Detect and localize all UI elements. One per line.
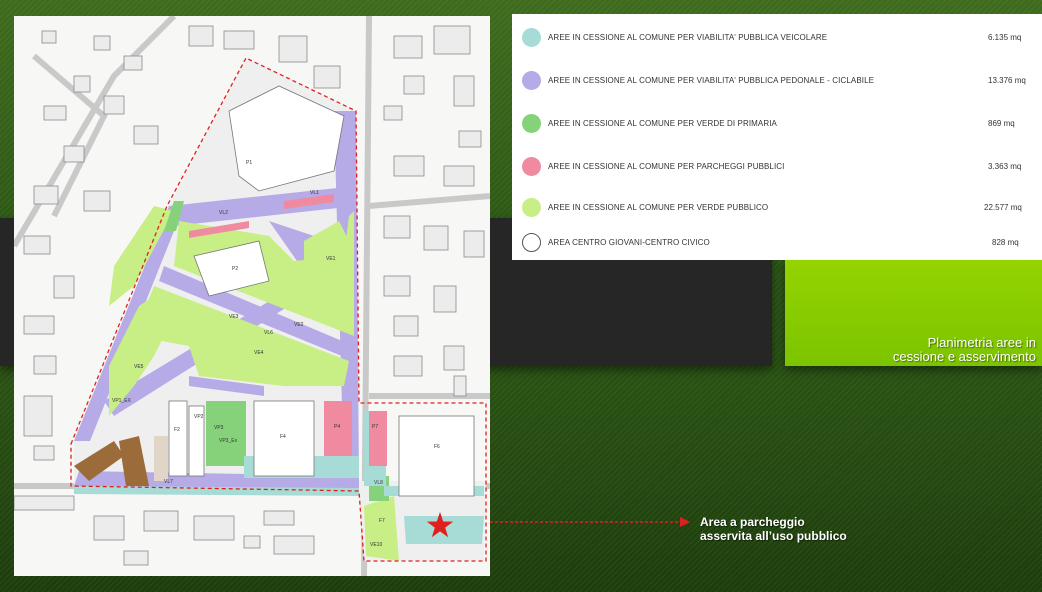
slide-caption: Planimetria aree in cessione e asservime… [893,336,1036,364]
caption-line-2: cessione e asservimento [892,349,1036,364]
label-ve1: VE1 [326,256,336,262]
label-ve4: VE4 [254,350,264,356]
swatch-pink-icon [522,156,541,176]
swatch-teal-icon [522,27,541,47]
parking-callout: Area a parcheggio asservita all’uso pubb… [700,515,847,543]
site-plan-drawing: P1 P2 F2 F4 P4 P7 F6 VE3 VE2 VE4 VE5 VE1… [14,16,490,576]
label-ve5: VE5 [134,364,144,370]
legend-value: 6.135 mq [988,32,1022,42]
callout-arrow-icon [490,517,690,527]
swatch-green-icon [522,113,541,133]
legend-label: AREE IN CESSIONE AL COMUNE PER VIABILITA… [548,75,875,85]
label-vp1ex: VP1_EX [112,398,132,404]
legend-label: AREA CENTRO GIOVANI-CENTRO CIVICO [548,237,710,247]
site-plan-map: P1 P2 F2 F4 P4 P7 F6 VE3 VE2 VE4 VE5 VE1… [14,16,490,576]
legend-row-pedonale: AREE IN CESSIONE AL COMUNE PER VIABILITA… [512,70,1042,90]
legend-label: AREE IN CESSIONE AL COMUNE PER VIABILITA… [548,32,828,42]
legend-label: AREE IN CESSIONE AL COMUNE PER PARCHEGGI… [548,161,785,171]
label-p2: P2 [232,266,238,272]
label-p1: P1 [246,160,252,166]
caption-line-1: Planimetria aree in [927,335,1036,350]
label-vl1: VL1 [310,190,319,196]
label-p4: P4 [334,424,340,430]
swatch-lavender-icon [522,70,541,90]
label-ve2: VE2 [294,322,304,328]
legend-row-veicolare: AREE IN CESSIONE AL COMUNE PER VIABILITA… [512,27,1042,47]
label-vp3: VP3 [214,425,224,431]
swatch-lightgreen-icon [522,197,541,217]
legend-panel: AREE IN CESSIONE AL COMUNE PER VIABILITA… [512,14,1042,260]
title-box: Planimetria aree in cessione e asservime… [785,258,1042,366]
legend-value: 869 mq [988,118,1015,128]
swatch-outline-icon [522,232,541,252]
label-vl2: VL2 [219,210,228,216]
legend-row-verde-primaria: AREE IN CESSIONE AL COMUNE PER VERDE DI … [512,113,1042,133]
label-vl8: VL8 [374,480,383,486]
label-p7: P7 [372,424,378,430]
label-vp3ex: VP3_Ex [219,438,238,444]
label-f2: F2 [174,427,180,433]
callout-line-2: asservita all’uso pubblico [700,529,847,543]
legend-value: 828 mq [992,237,1019,247]
label-ve10: VE10 [370,542,382,548]
legend-label: AREE IN CESSIONE AL COMUNE PER VERDE DI … [548,118,777,128]
label-f4: F4 [280,434,286,440]
label-vl6: VL6 [264,330,273,336]
label-ve7: F7 [379,518,385,524]
legend-value: 13.376 mq [988,75,1026,85]
label-vl7: VL7 [164,479,173,485]
legend-row-parcheggi: AREE IN CESSIONE AL COMUNE PER PARCHEGGI… [512,156,1042,176]
legend-value: 22.577 mq [984,202,1022,212]
legend-row-centro-civico: AREA CENTRO GIOVANI-CENTRO CIVICO 828 mq [512,232,1042,252]
label-vp2: VP2 [194,414,204,420]
label-ve3: VE3 [229,314,239,320]
legend-label: AREE IN CESSIONE AL COMUNE PER VERDE PUB… [548,202,769,212]
legend-row-verde-pubblico: AREE IN CESSIONE AL COMUNE PER VERDE PUB… [512,197,1042,217]
callout-line-1: Area a parcheggio [700,515,805,529]
label-f6: F6 [434,444,440,450]
legend-value: 3.363 mq [988,161,1022,171]
